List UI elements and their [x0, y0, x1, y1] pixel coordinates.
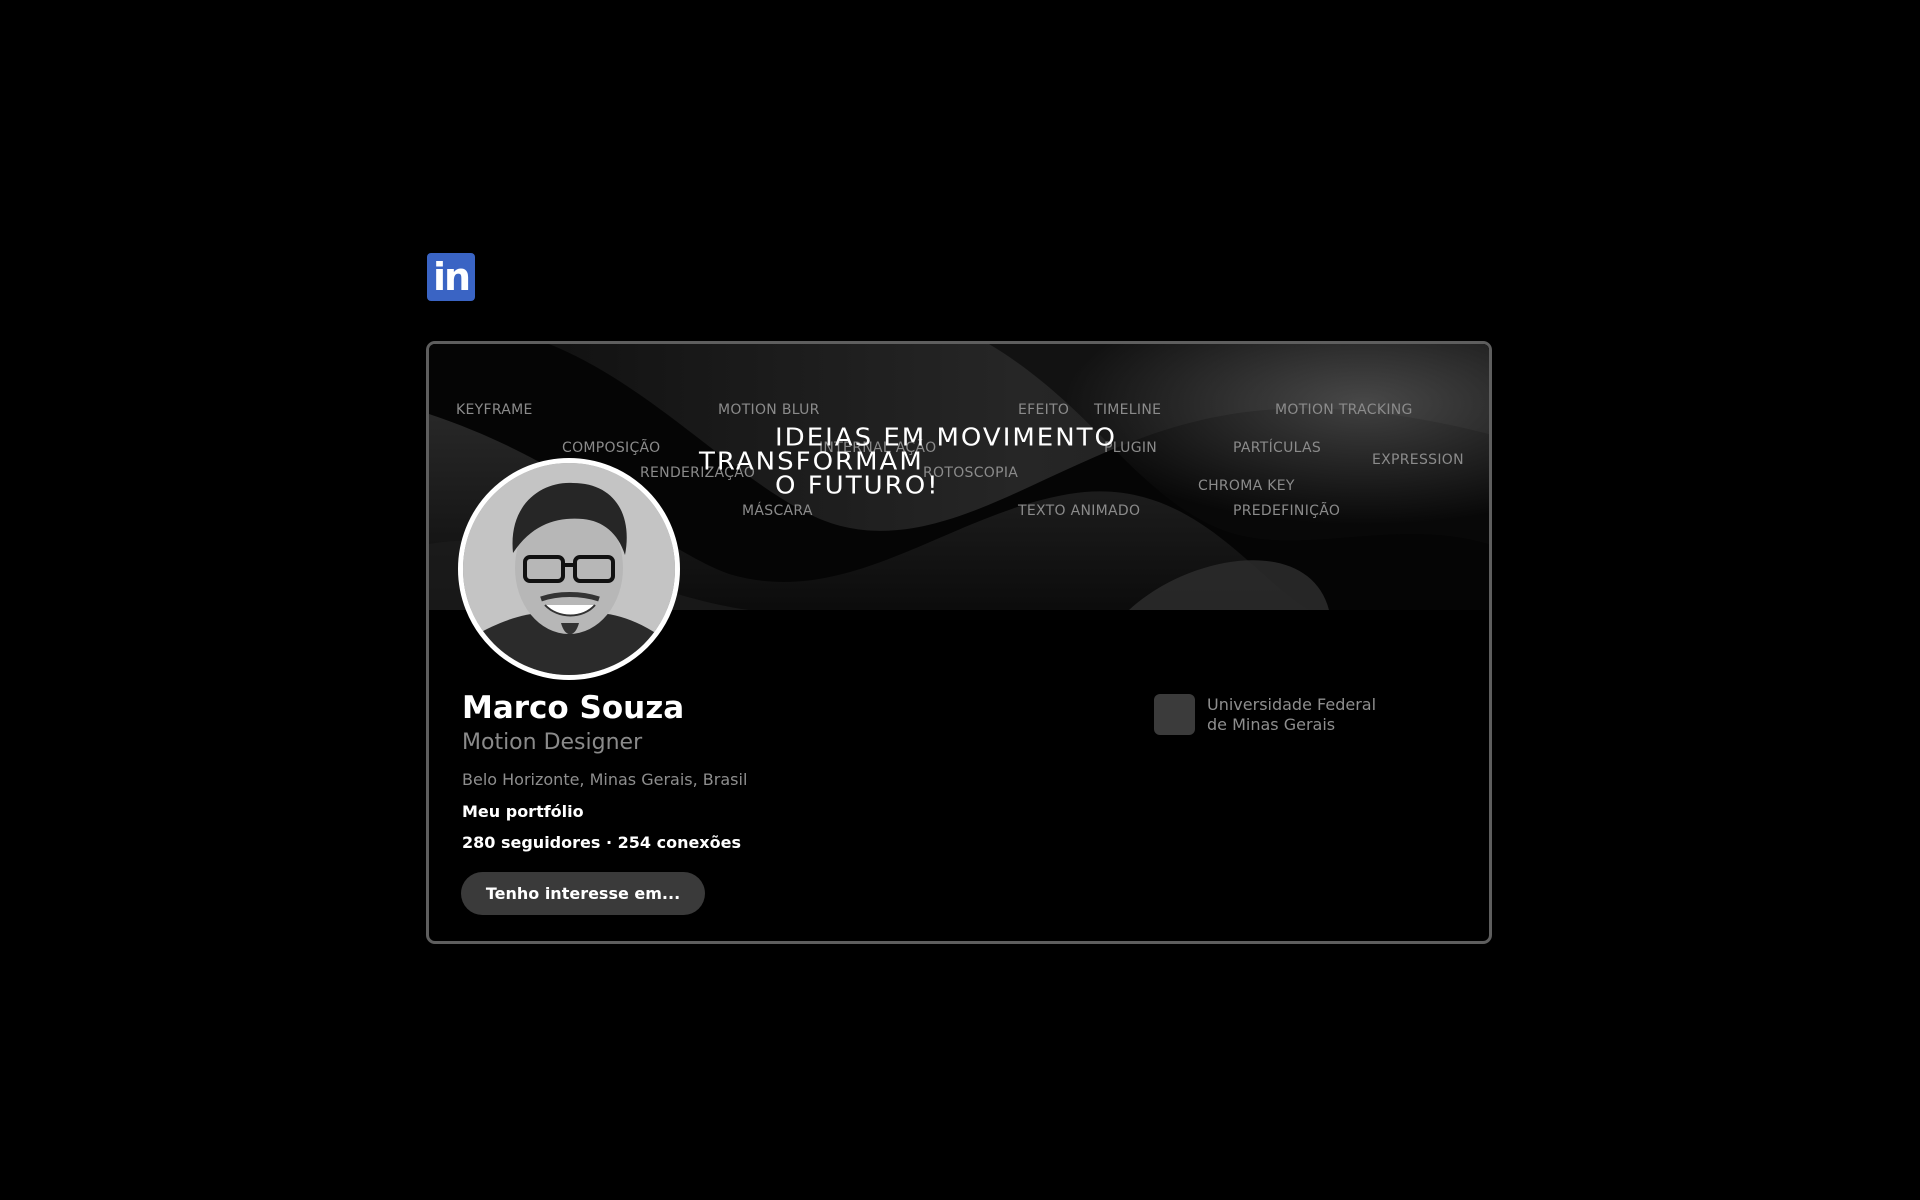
profile-card: KEYFRAME MOTION BLUR EFEITO TIMELINE MOT…	[426, 341, 1492, 944]
linkedin-logo-icon[interactable]: in	[427, 253, 475, 301]
banner-tag: MOTION BLUR	[718, 402, 820, 418]
interest-button[interactable]: Tenho interesse em...	[461, 872, 705, 915]
banner-tag: PARTÍCULAS	[1233, 440, 1322, 456]
banner-headline-line-1: IDEIAS EM MOVIMENTO	[775, 423, 1118, 453]
portfolio-link[interactable]: Meu portfólio	[462, 802, 584, 821]
banner-tag: PREDEFINIÇÃO	[1233, 503, 1341, 519]
banner-headline-line-2: TRANSFORMAM	[699, 447, 924, 477]
avatar-photo	[463, 463, 675, 675]
education-entry[interactable]: Universidade Federal de Minas Gerais	[1154, 694, 1407, 735]
university-name: Universidade Federal de Minas Gerais	[1207, 694, 1377, 734]
banner-tag: TIMELINE	[1094, 402, 1162, 418]
banner-headline-line-3: O FUTURO!	[775, 471, 940, 501]
university-logo-icon	[1154, 694, 1195, 735]
banner-tag: MÁSCARA	[742, 503, 813, 519]
page: in KEYFRAME MOTION BLUR EFEITO TIMELINE …	[0, 0, 1920, 1200]
connections-count[interactable]: · 254 conexões	[606, 833, 741, 852]
profile-stats: 280 seguidores · 254 conexões	[462, 833, 741, 852]
banner-tag: EFEITO	[1018, 402, 1070, 418]
followers-count[interactable]: 280 seguidores	[462, 833, 600, 852]
banner-tag: KEYFRAME	[456, 402, 533, 418]
avatar[interactable]	[458, 458, 680, 680]
banner-tag: EXPRESSION	[1372, 452, 1464, 468]
banner-tag: CHROMA KEY	[1198, 478, 1295, 494]
profile-location: Belo Horizonte, Minas Gerais, Brasil	[462, 770, 748, 789]
banner-tag: COMPOSIÇÃO	[562, 440, 661, 456]
banner-tag: TEXTO ANIMADO	[1018, 503, 1141, 519]
banner-tag: MOTION TRACKING	[1275, 402, 1413, 418]
profile-role: Motion Designer	[462, 730, 643, 755]
profile-name: Marco Souza	[462, 690, 685, 726]
